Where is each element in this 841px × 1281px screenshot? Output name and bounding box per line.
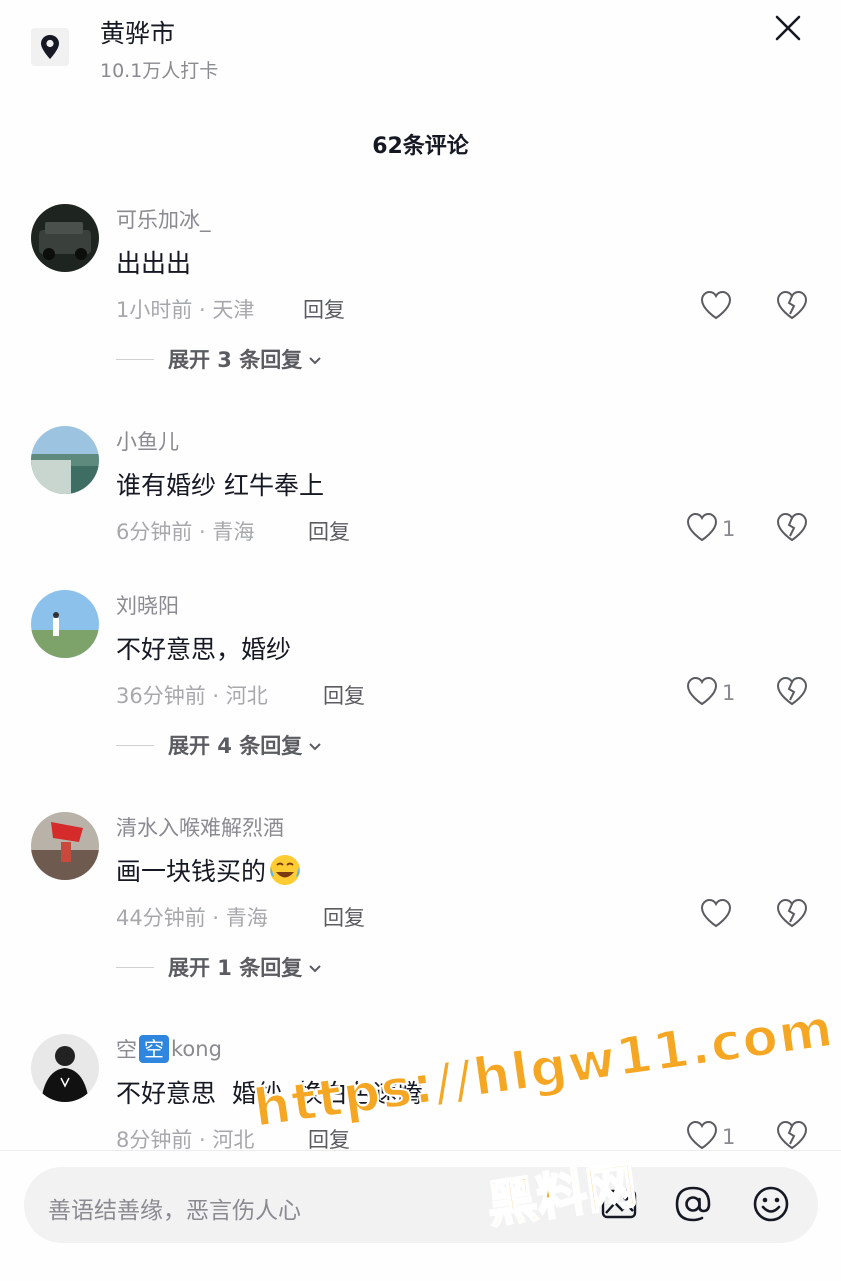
expand-replies-label: 展开 4 条回复 xyxy=(168,734,303,758)
like-count: 1 xyxy=(722,1125,736,1149)
chevron-down-icon xyxy=(308,955,322,979)
comment-meta: 44分钟前 · 青海 xyxy=(116,906,268,930)
comment-text: 画一块钱买的 xyxy=(116,852,302,888)
divider xyxy=(116,966,154,968)
location-title: 黄骅市 xyxy=(100,19,176,48)
like-button[interactable]: 1 xyxy=(686,676,735,710)
heart-icon xyxy=(700,898,732,932)
close-icon[interactable] xyxy=(770,10,806,46)
like-button[interactable] xyxy=(700,898,732,932)
avatar[interactable] xyxy=(31,812,99,880)
username-badge: 空 xyxy=(139,1035,169,1063)
broken-heart-icon[interactable] xyxy=(776,290,808,324)
like-button[interactable]: 1 xyxy=(686,1120,735,1154)
expand-replies[interactable]: 展开 1 条回复 xyxy=(116,952,322,982)
mention-icon[interactable] xyxy=(672,1183,714,1225)
reply-button[interactable]: 回复 xyxy=(323,902,365,932)
reply-button[interactable]: 回复 xyxy=(308,516,350,546)
avatar[interactable] xyxy=(31,590,99,658)
location-header[interactable]: 黄骅市 10.1万人打卡 xyxy=(0,0,841,100)
comment-input-placeholder: 善语结善缘，恶言伤人心 xyxy=(48,1198,301,1224)
divider xyxy=(116,358,154,360)
chevron-down-icon xyxy=(308,733,322,757)
comment-text-content: 画一块钱买的 xyxy=(116,857,267,886)
reply-button[interactable]: 回复 xyxy=(303,294,345,324)
comment-text: 不好意思 婚纱 换白色速腾 xyxy=(116,1079,423,1108)
comment-count: 62条评论 xyxy=(372,134,469,159)
watermark-url: https://hlgw11.com xyxy=(249,998,838,1141)
comment-input[interactable]: 善语结善缘，恶言伤人心 xyxy=(24,1167,818,1243)
like-count: 1 xyxy=(722,517,736,541)
heart-icon xyxy=(686,1120,718,1154)
chevron-down-icon xyxy=(308,347,322,371)
laughing-crying-emoji-icon xyxy=(268,853,302,887)
broken-heart-icon[interactable] xyxy=(776,898,808,932)
comment-text: 出出出 xyxy=(116,249,192,278)
comment-meta: 1小时前 · 天津 xyxy=(116,298,255,322)
username-suffix: kong xyxy=(171,1037,222,1061)
comment-meta: 6分钟前 · 青海 xyxy=(116,520,255,544)
expand-replies-label: 展开 3 条回复 xyxy=(168,348,303,372)
comment-username[interactable]: 小鱼儿 xyxy=(116,426,179,456)
comment-username[interactable]: 可乐加冰_ xyxy=(116,204,211,234)
username-prefix: 空 xyxy=(116,1038,137,1062)
location-pin-icon xyxy=(31,28,69,66)
broken-heart-icon[interactable] xyxy=(776,1120,808,1154)
avatar[interactable] xyxy=(31,1034,99,1102)
heart-icon xyxy=(686,676,718,710)
broken-heart-icon[interactable] xyxy=(776,512,808,546)
heart-icon xyxy=(700,290,732,324)
heart-icon xyxy=(686,512,718,546)
avatar[interactable] xyxy=(31,426,99,494)
expand-replies[interactable]: 展开 3 条回复 xyxy=(116,344,322,374)
like-count: 1 xyxy=(722,681,736,705)
reply-button[interactable]: 回复 xyxy=(323,680,365,710)
comment-username[interactable]: 刘晓阳 xyxy=(116,590,179,620)
divider xyxy=(116,744,154,746)
like-button[interactable]: 1 xyxy=(686,512,735,546)
comment-input-bar: 善语结善缘，恶言伤人心 xyxy=(0,1150,841,1281)
avatar[interactable] xyxy=(31,204,99,272)
expand-replies-label: 展开 1 条回复 xyxy=(168,956,303,980)
comment-meta: 36分钟前 · 河北 xyxy=(116,684,268,708)
expand-replies[interactable]: 展开 4 条回复 xyxy=(116,730,322,760)
image-icon[interactable] xyxy=(598,1183,640,1225)
location-checkins: 10.1万人打卡 xyxy=(100,60,219,82)
like-button[interactable] xyxy=(700,290,732,324)
emoji-icon[interactable] xyxy=(750,1183,792,1225)
comment-username[interactable]: 清水入喉难解烈酒 xyxy=(116,812,284,842)
broken-heart-icon[interactable] xyxy=(776,676,808,710)
comment-text: 不好意思，婚纱 xyxy=(116,635,292,664)
comment-text: 谁有婚纱 红牛奉上 xyxy=(116,471,324,500)
comment-username[interactable]: 空 空 kong xyxy=(116,1034,222,1064)
